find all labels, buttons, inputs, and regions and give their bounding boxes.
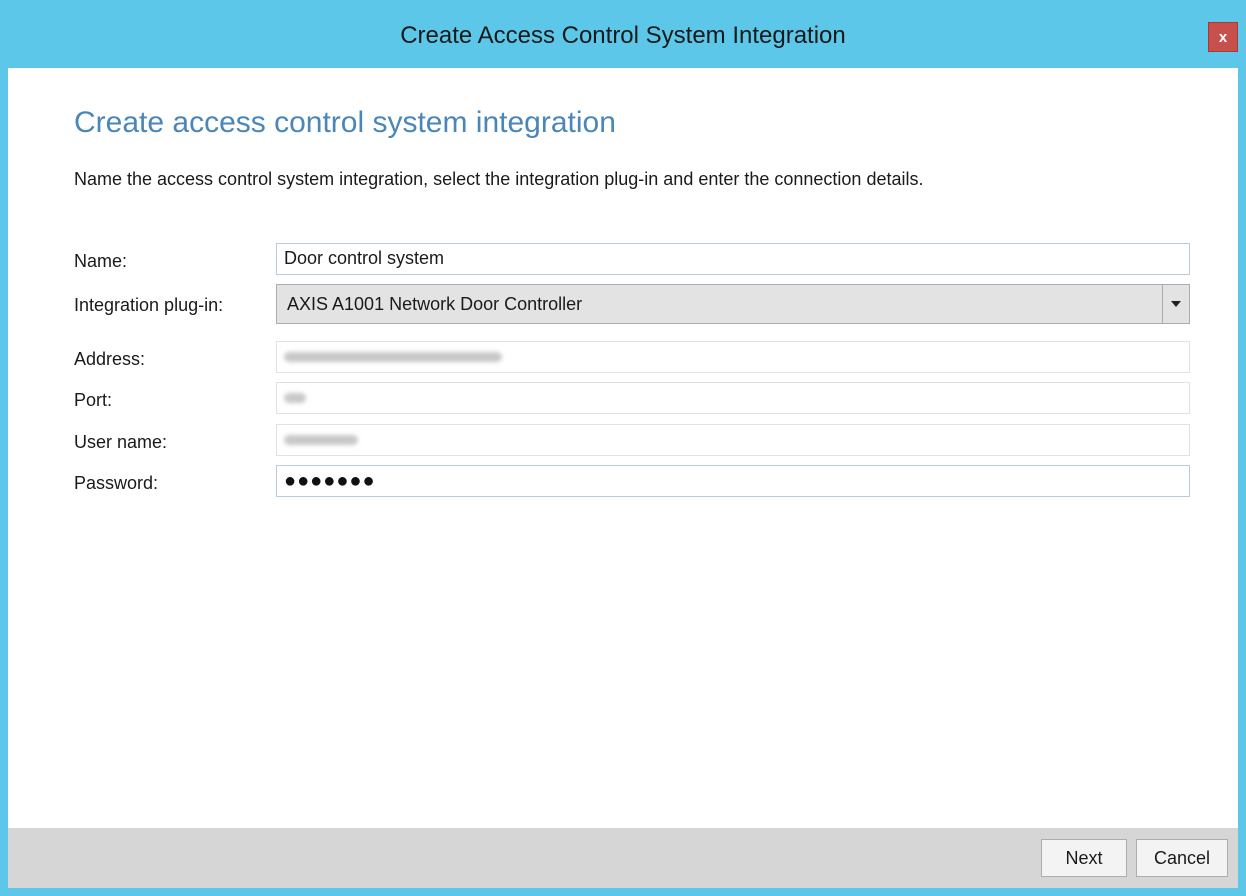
- plugin-label: Integration plug-in:: [74, 295, 224, 315]
- title-bar[interactable]: Create Access Control System Integration…: [8, 0, 1238, 68]
- username-field-redacted: [284, 435, 358, 445]
- page-description: Name the access control system integrati…: [74, 169, 924, 189]
- close-button[interactable]: x: [1208, 22, 1238, 52]
- username-label: User name:: [74, 432, 168, 452]
- address-field[interactable]: [276, 341, 1190, 373]
- password-field-value: ●●●●●●●: [284, 470, 376, 492]
- cancel-button[interactable]: Cancel: [1136, 839, 1228, 877]
- close-icon: x: [1218, 28, 1228, 46]
- port-field[interactable]: [276, 382, 1190, 414]
- page-title: Create access control system integration: [74, 106, 616, 139]
- address-field-redacted: [284, 352, 502, 362]
- dialog-footer: Next Cancel: [8, 828, 1238, 888]
- dialog-window: Create Access Control System Integration…: [0, 0, 1246, 896]
- name-label: Name:: [74, 251, 128, 271]
- plugin-select[interactable]: AXIS A1001 Network Door Controller: [276, 284, 1190, 324]
- name-field-value: Door control system: [284, 248, 445, 268]
- password-field[interactable]: ●●●●●●●: [276, 465, 1190, 497]
- dropdown-arrow-icon[interactable]: [1162, 285, 1189, 323]
- password-label: Password:: [74, 473, 159, 493]
- name-field[interactable]: Door control system: [276, 243, 1190, 275]
- plugin-select-value: AXIS A1001 Network Door Controller: [287, 294, 583, 314]
- window-title: Create Access Control System Integration: [400, 22, 846, 49]
- username-field[interactable]: [276, 424, 1190, 456]
- address-label: Address:: [74, 349, 146, 369]
- port-field-redacted: [284, 393, 306, 403]
- next-button[interactable]: Next: [1041, 839, 1127, 877]
- dialog-content: Create access control system integration…: [8, 68, 1238, 888]
- port-label: Port:: [74, 390, 113, 410]
